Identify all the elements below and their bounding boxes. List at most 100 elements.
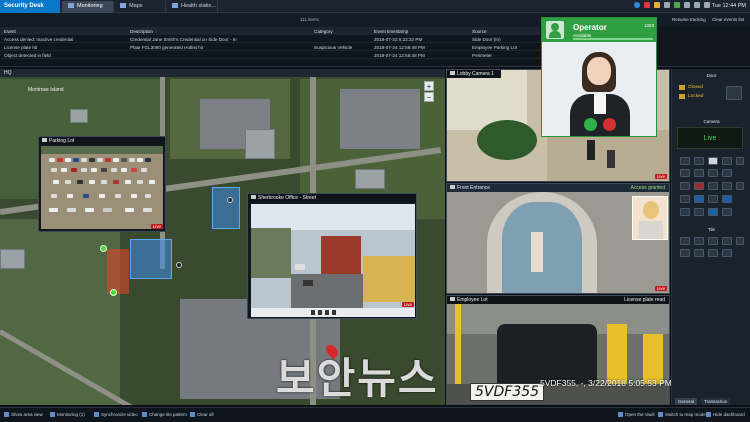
tab-maps[interactable]: Maps	[114, 1, 166, 13]
fisheye-button[interactable]	[722, 195, 732, 203]
zoom-out-button[interactable]: −	[424, 92, 434, 102]
plate-status: License plate read	[624, 297, 665, 303]
alarm-icon[interactable]	[644, 2, 650, 8]
speaker-icon[interactable]	[684, 2, 690, 8]
column-header-source[interactable]: Source	[472, 29, 487, 34]
tile-title: Sherbrooke Office - Street	[248, 194, 416, 202]
next-frame-button[interactable]	[736, 157, 744, 165]
camera-icon	[450, 297, 455, 301]
security-desk-app: Security Desk Monitoring Maps Health sta…	[0, 0, 750, 422]
tile-close-button[interactable]	[722, 237, 732, 245]
app-brand[interactable]: Security Desk	[0, 0, 60, 13]
switch-map-mode-button[interactable]: Switch to map mode	[658, 412, 706, 418]
pause-icon[interactable]	[318, 310, 322, 315]
rewind-button[interactable]	[694, 157, 704, 165]
rewind-icon[interactable]	[311, 310, 315, 315]
playback-bar[interactable]	[251, 308, 415, 317]
tab-monitoring[interactable]: Monitoring	[62, 1, 114, 13]
export-button[interactable]	[736, 182, 744, 190]
camera-live-indicator: Live	[677, 127, 743, 149]
tile-prev-button[interactable]	[680, 237, 690, 245]
tab-transaction[interactable]: Transaction	[701, 398, 731, 405]
resume-tracking-button[interactable]: Resume tracking	[672, 17, 706, 22]
status-icon[interactable]	[674, 2, 680, 8]
tile-next-button[interactable]	[694, 237, 704, 245]
parking-video	[41, 146, 163, 229]
forward-button[interactable]	[722, 157, 732, 165]
loop-button[interactable]	[722, 169, 732, 177]
synchronize-video-button[interactable]: Synchronize video	[94, 412, 138, 418]
map-mode-icon	[658, 412, 663, 418]
column-header-category[interactable]: Category	[314, 29, 333, 34]
license-plate-text: 5VDF355	[470, 383, 545, 401]
parking-lot-tile[interactable]: Parking Lot Live	[38, 136, 166, 232]
tab-general[interactable]: General	[675, 398, 698, 405]
title-bar: Security Desk Monitoring Maps Health sta…	[0, 0, 750, 13]
slow-button[interactable]	[680, 169, 690, 177]
street-camera-tile[interactable]: Sherbrooke Office - Street Live	[247, 193, 417, 319]
notification-icon[interactable]	[634, 2, 640, 8]
bookmark-button[interactable]	[722, 182, 732, 190]
front-entrance-tile[interactable]: Front Entrance Access granted Live	[446, 183, 670, 294]
previous-frame-button[interactable]	[680, 157, 690, 165]
monitoring-button[interactable]: Monitoring (1)	[50, 412, 85, 418]
speed-button[interactable]	[694, 169, 704, 177]
zone-alarm[interactable]	[107, 249, 129, 294]
operator-call-popup[interactable]: Operator Available 1003	[541, 17, 657, 137]
health-icon	[172, 3, 178, 9]
column-header-timestamp[interactable]: Event timestamp	[374, 29, 408, 34]
tile-pattern-button[interactable]	[680, 249, 690, 257]
tab-health-statistics[interactable]: Health statis...	[166, 1, 218, 13]
hide-dashboard-button[interactable]: Hide dashboard	[706, 412, 745, 418]
answer-call-button[interactable]	[584, 118, 597, 131]
audio-button[interactable]	[680, 195, 690, 203]
user-icon[interactable]	[694, 2, 700, 8]
table-row[interactable]: Access denied: Inactive credential Crede…	[0, 35, 540, 43]
live-badge: Live	[150, 224, 163, 229]
column-header-description[interactable]: Description	[130, 29, 153, 34]
network-icon[interactable]	[704, 2, 710, 8]
snapshot-button[interactable]	[708, 182, 718, 190]
operator-avatar	[546, 21, 564, 39]
open-vault-button[interactable]: Open the Vault	[618, 412, 655, 418]
clear-events-button[interactable]: Clear events list	[712, 17, 744, 22]
zone-building[interactable]	[130, 239, 172, 279]
ptz-button[interactable]	[694, 195, 704, 203]
camera-pin[interactable]	[176, 262, 182, 268]
tile-menu-button[interactable]	[736, 237, 744, 245]
clear-all-button[interactable]: Clear all	[190, 412, 214, 418]
street-video	[251, 204, 415, 308]
unlock-door-button[interactable]	[726, 86, 742, 100]
digital-zoom-button[interactable]	[708, 195, 718, 203]
column-header-event[interactable]: Event	[4, 29, 16, 34]
zoom-button[interactable]	[680, 182, 690, 190]
tile-maximize-button[interactable]	[708, 237, 718, 245]
tile-title: Parking Lot	[39, 137, 165, 145]
forward-icon[interactable]	[325, 310, 329, 315]
tile-swap-button[interactable]	[694, 249, 704, 257]
table-row[interactable]: Object detected in field 2018-07-24 12:5…	[0, 51, 540, 59]
area-view-icon	[4, 412, 9, 418]
snapshot-icon[interactable]	[332, 310, 336, 315]
zone-entrance[interactable]	[212, 187, 240, 229]
sync-button[interactable]	[708, 169, 718, 177]
tile-home-button[interactable]	[708, 249, 718, 257]
privacy-button[interactable]	[680, 208, 690, 216]
door-status-pin[interactable]	[110, 289, 117, 296]
record-button[interactable]	[694, 182, 704, 190]
tile-refresh-button[interactable]	[722, 249, 732, 257]
pause-button[interactable]	[708, 157, 718, 165]
warning-icon[interactable]	[654, 2, 660, 8]
alarm-button[interactable]	[722, 208, 732, 216]
decline-call-button[interactable]	[603, 118, 616, 131]
change-tile-pattern-button[interactable]: Change tile pattern	[142, 412, 187, 418]
overlay-button[interactable]	[694, 208, 704, 216]
lock-icon[interactable]	[664, 2, 670, 8]
door-status-pin[interactable]	[100, 245, 107, 252]
tile-title: Employee Lot License plate read	[447, 296, 669, 304]
motion-button[interactable]	[708, 208, 718, 216]
show-area-view-button[interactable]: Show area view	[4, 412, 43, 418]
zoom-in-button[interactable]: +	[424, 81, 434, 91]
table-row[interactable]: License plate hit Plate FGL3090 generate…	[0, 43, 540, 51]
camera-pin[interactable]	[227, 197, 233, 203]
